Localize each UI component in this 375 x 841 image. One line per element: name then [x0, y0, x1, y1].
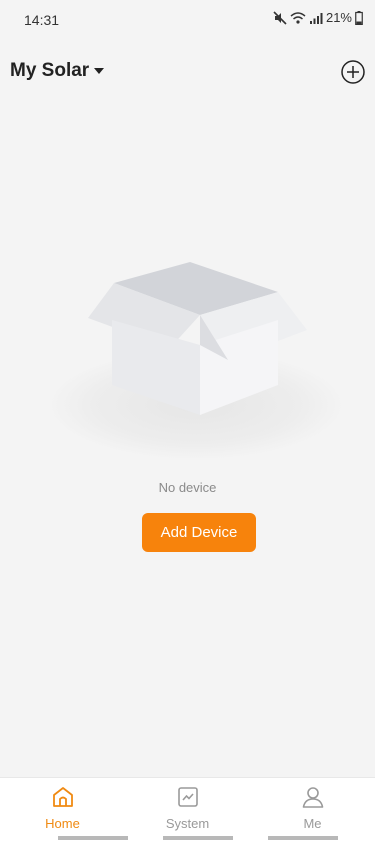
plant-selector[interactable]: My Solar — [10, 60, 105, 82]
system-nav-bar-right — [268, 836, 338, 840]
app-header: My Solar — [0, 54, 375, 90]
add-button[interactable] — [339, 58, 367, 86]
nav-item-home[interactable]: Home — [0, 778, 125, 841]
mute-icon — [273, 10, 287, 25]
wifi-icon — [290, 11, 306, 25]
add-device-button[interactable]: Add Device — [142, 513, 256, 552]
caret-down-icon — [93, 62, 105, 80]
system-nav-bar-left — [58, 836, 128, 840]
nav-label-me: Me — [303, 816, 322, 831]
battery-text: 21% — [325, 10, 352, 25]
nav-item-me[interactable]: Me — [250, 778, 375, 841]
nav-item-system[interactable]: System — [125, 778, 250, 841]
user-icon — [300, 784, 326, 810]
signal-icon — [309, 11, 323, 25]
screen: 14:31 21% My Solar No device Add Device … — [0, 0, 375, 841]
nav-label-home: Home — [45, 816, 80, 831]
nav-label-system: System — [165, 816, 210, 831]
status-time: 14:31 — [24, 12, 60, 28]
status-icons: 21% — [273, 10, 363, 25]
page-title: My Solar — [10, 60, 90, 81]
empty-message: No device — [158, 480, 217, 495]
empty-box-illustration — [48, 240, 350, 470]
bottom-nav: Home System Me — [0, 777, 375, 841]
battery-icon — [355, 10, 363, 25]
plus-circle-icon — [339, 60, 367, 90]
home-icon — [50, 784, 76, 810]
system-nav-bar-center — [163, 836, 233, 840]
status-bar: 14:31 21% — [0, 0, 375, 40]
chart-icon — [175, 784, 201, 810]
